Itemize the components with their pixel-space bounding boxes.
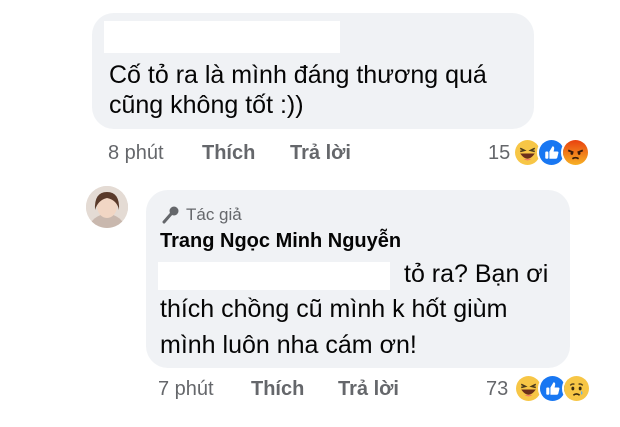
author-badge: Tác giả	[160, 205, 242, 225]
author-badge-label: Tác giả	[186, 205, 242, 224]
reply-button[interactable]: Trả lời	[338, 378, 399, 401]
microphone-icon	[162, 206, 179, 224]
redacted-author-name	[104, 21, 340, 53]
reaction-icons[interactable]	[513, 138, 590, 167]
reaction-icons[interactable]	[514, 374, 591, 403]
like-button[interactable]: Thích	[251, 378, 304, 401]
avatar[interactable]	[86, 186, 128, 228]
comment-timestamp: 7 phút	[158, 378, 214, 400]
comment-text-line: thích chồng cũ mình k hốt giùm	[160, 295, 508, 323]
comment-text-line: mình luôn nha cám ơn!	[160, 331, 417, 359]
angry-icon	[561, 138, 590, 167]
author-name[interactable]: Trang Ngọc Minh Nguyễn	[160, 230, 401, 253]
comment-timestamp: 8 phút	[108, 142, 164, 164]
redacted-mention	[158, 262, 390, 290]
sad-icon	[562, 374, 591, 403]
comment-text-line: tỏ ra? Bạn ơi	[404, 260, 549, 288]
like-button[interactable]: Thích	[202, 142, 255, 165]
reaction-count[interactable]: 73	[486, 378, 508, 401]
comment-text-line: cũng không tốt :))	[109, 91, 304, 119]
reply-button[interactable]: Trả lời	[290, 142, 351, 165]
reaction-count[interactable]: 15	[488, 142, 510, 165]
